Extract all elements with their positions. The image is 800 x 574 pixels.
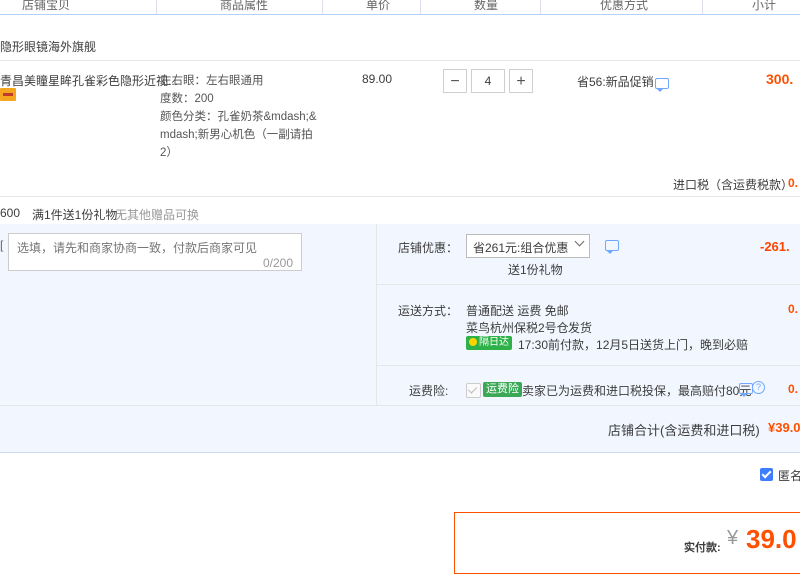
insurance-value: 0. [788,382,799,396]
import-tax-label: 进口税（含运费税款） [673,178,794,192]
col-header-discount: 优惠方式 [600,0,649,12]
divider [0,196,800,197]
shop-total-label: 店铺合计(含运费和进口税) [608,423,760,438]
header-divider [420,0,421,14]
next-day-badge: 隔日达 [466,336,512,350]
gift-note: 无其他赠品可换 [115,208,200,222]
next-day-text: 隔日达 [479,337,509,348]
insurance-tag: 运费险 [483,382,522,397]
chat-icon[interactable] [655,78,669,92]
decrease-button[interactable]: − [443,69,467,93]
item-subtotal: 300. [766,71,794,87]
header-divider [540,0,541,14]
shipping-value: 0. [788,302,799,316]
shipping-method: 普通配送 运费 免邮 [466,304,569,318]
col-header-subtotal: 小计 [752,0,777,12]
divider [0,60,800,61]
chevron-down-icon [574,236,585,247]
col-header-qty: 数量 [474,0,499,12]
shop-discount-label: 店铺优惠： [398,241,459,255]
insurance-text: 卖家已为运费和进口税投保，最高赔付80元 [522,384,752,398]
anonymous-label[interactable]: 匿名 [778,467,800,484]
attr-color-cont2: 2） [160,147,178,159]
lightning-icon [469,338,477,346]
payment-amount: 39.0 [746,524,797,554]
payment-currency: ¥ [727,527,739,549]
attr-color: 颜色分类：孔雀奶茶&mdash;& [160,111,317,123]
attr-eye: 左右眼：左右眼通用 [160,75,264,87]
gift-prefix: 600 [0,206,21,220]
table-header: 店铺宝贝 商品属性 单价 数量 优惠方式 小计 [0,0,800,15]
shipping-label: 运送方式： [398,304,459,318]
col-header-price: 单价 [366,0,391,12]
attr-color-cont: mdash;新男心机色（一副请拍 [160,129,313,141]
item-price: 89.00 [362,72,393,86]
item-title[interactable]: 青昌美瞳星眸孔雀彩色隐形近视... [0,72,178,89]
divider [0,452,800,453]
shop-total-value: ¥39.0 [768,420,800,435]
message-input[interactable] [8,233,302,271]
increase-button[interactable]: + [509,69,533,93]
divider [376,284,800,285]
shipping-dispatch: 发货 [568,321,593,335]
header-divider [156,0,157,14]
shop-discount-selected: 省261元:组合优惠 [473,241,569,255]
shipping-detail: 17:30前付款，12月5日送货上门，晚到必赔 [518,338,749,352]
promo-text: 省56:新品促销 [577,75,654,89]
payment-label: 实付款: [684,542,721,554]
message-counter: 0/200 [263,256,294,270]
quantity-input[interactable]: 4 [471,69,505,93]
card-icon [0,88,16,101]
message-label: [ [0,238,4,252]
col-header-attrs: 商品属性 [220,0,269,12]
divider [376,224,377,406]
insurance-checkbox[interactable] [466,383,481,398]
chat-icon[interactable] [605,240,619,254]
shop-name[interactable]: 隐形眼镜海外旗舰 [0,38,96,55]
col-header-item: 店铺宝贝 [22,0,71,12]
shop-discount-note: 送1份礼物 [508,263,563,277]
anonymous-checkbox[interactable] [760,468,773,481]
shop-discount-value: -261. [760,239,790,254]
shipping-warehouse: 菜鸟杭州保税2号仓 [466,321,569,335]
insurance-label: 运费险: [409,384,449,398]
attr-degree: 度数：200 [160,93,214,105]
import-tax-value: 0. [788,176,799,190]
quantity-stepper[interactable]: − 4 + [443,69,533,93]
help-icon[interactable]: ? [752,381,765,394]
divider [376,365,800,366]
gift-text: 满1件送1份礼物 [32,208,118,222]
item-attributes: 左右眼：左右眼通用 度数：200 颜色分类：孔雀奶茶&mdash;& mdash… [160,72,317,162]
header-divider [322,0,323,14]
chat-icon[interactable] [739,383,753,397]
shop-discount-select[interactable]: 省261元:组合优惠 [466,234,590,258]
check-icon [761,468,772,479]
header-divider [702,0,703,14]
